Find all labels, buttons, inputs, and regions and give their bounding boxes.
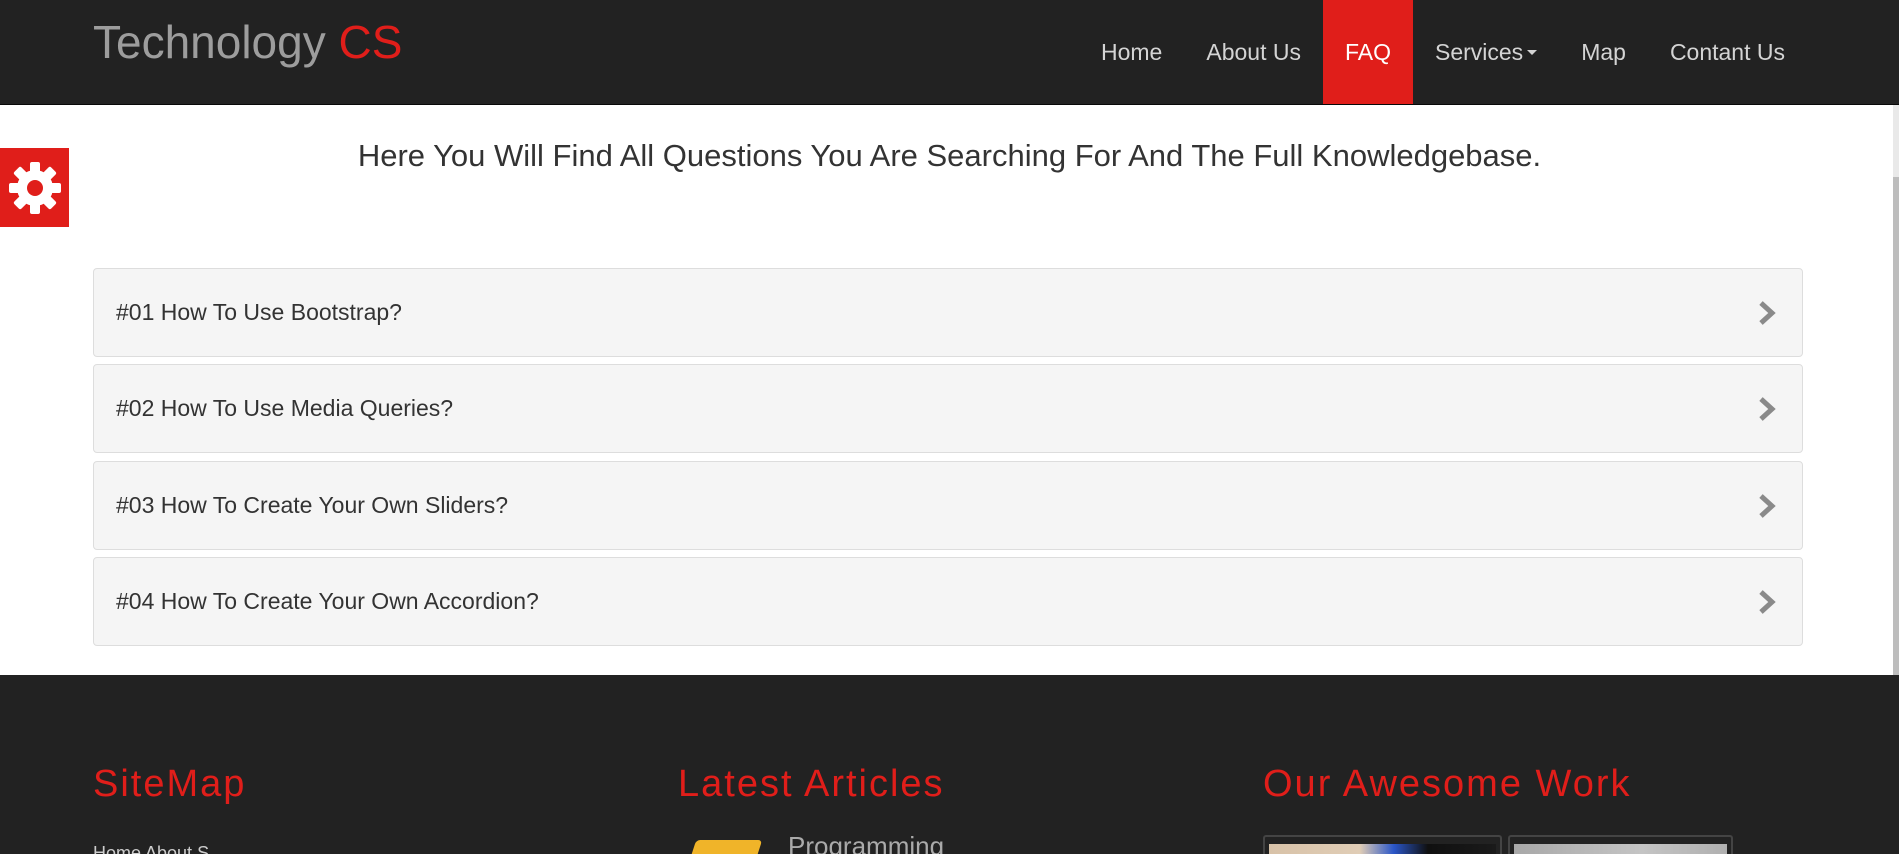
work-thumbnail[interactable] <box>1508 835 1733 854</box>
sitemap-heading: SiteMap <box>93 763 247 805</box>
chevron-right-icon <box>1759 494 1776 518</box>
caret-down-icon <box>1527 49 1538 55</box>
faq-lead-text: Here You Will Find All Questions You Are… <box>357 138 1542 173</box>
faq-item[interactable]: #04 How To Create Your Own Accordion? <box>93 557 1803 646</box>
work-image <box>1269 844 1496 854</box>
brand-text: Technology <box>93 16 326 68</box>
page-scrollbar[interactable] <box>1893 105 1899 677</box>
faq-question: #02 How To Use Media Queries? <box>116 395 454 421</box>
faq-item[interactable]: #02 How To Use Media Queries? <box>93 364 1803 453</box>
nav-item-contact[interactable]: Contant Us <box>1648 0 1807 104</box>
sitemap-links[interactable]: Home About S <box>93 843 209 854</box>
nav-item-services[interactable]: Services <box>1413 0 1559 104</box>
nav-item-map[interactable]: Map <box>1559 0 1648 104</box>
footer: SiteMap Home About S Latest Articles Pro… <box>0 675 1899 854</box>
scrollbar-thumb[interactable] <box>1893 177 1899 677</box>
chevron-right-icon <box>1759 590 1776 614</box>
our-work-heading: Our Awesome Work <box>1263 763 1632 805</box>
nav-label: About Us <box>1206 38 1301 65</box>
nav-item-about[interactable]: About Us <box>1184 0 1323 104</box>
brand-logo[interactable]: Technology CS <box>93 14 402 70</box>
nav-label: Services <box>1434 38 1524 65</box>
faq-item[interactable]: #03 How To Create Your Own Sliders? <box>93 461 1803 550</box>
nav-item-faq[interactable]: FAQ <box>1322 0 1413 104</box>
chevron-right-icon <box>1759 301 1776 325</box>
top-navbar: Technology CS Home About Us FAQ Services… <box>0 0 1899 105</box>
brand-accent: CS <box>338 16 403 68</box>
article-title[interactable]: Programming <box>788 831 944 854</box>
faq-item[interactable]: #01 How To Use Bootstrap? <box>93 268 1803 357</box>
faq-question: #01 How To Use Bootstrap? <box>116 299 402 325</box>
nav-label: Contant Us <box>1669 38 1785 65</box>
latest-articles-heading: Latest Articles <box>678 763 945 805</box>
chevron-right-icon <box>1759 397 1776 421</box>
main-nav: Home About Us FAQ Services Map Contant U… <box>1079 0 1899 104</box>
nav-label: FAQ <box>1344 38 1391 65</box>
nav-label: Home <box>1101 38 1163 65</box>
work-image <box>1514 844 1727 854</box>
nav-item-home[interactable]: Home <box>1079 0 1184 104</box>
pencil-icon <box>689 840 763 854</box>
work-thumbnail[interactable] <box>1263 835 1502 854</box>
faq-question: #04 How To Create Your Own Accordion? <box>116 588 539 614</box>
faq-question: #03 How To Create Your Own Sliders? <box>116 492 509 518</box>
nav-label: Map <box>1581 38 1626 65</box>
